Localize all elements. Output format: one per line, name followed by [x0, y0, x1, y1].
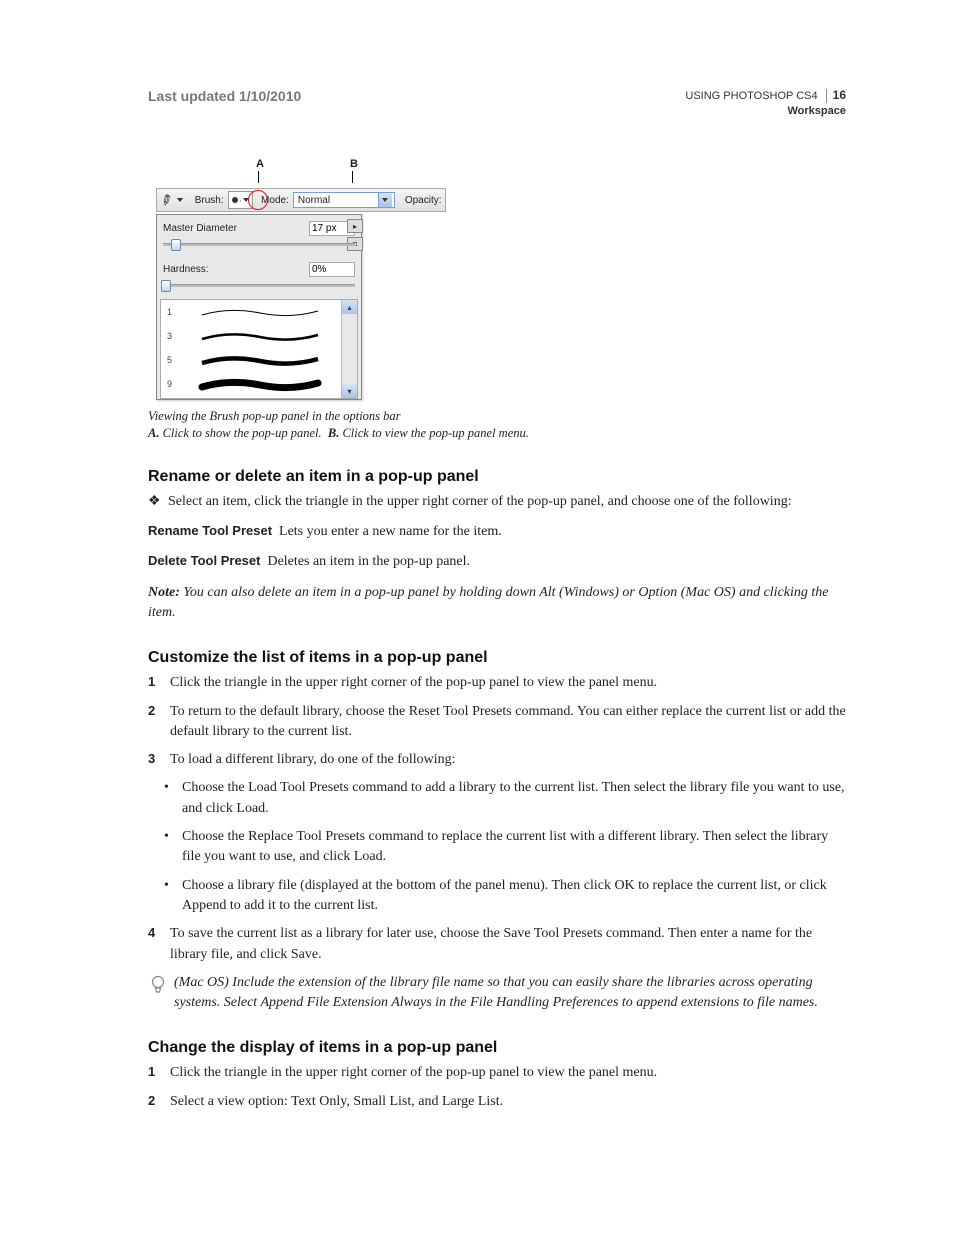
display-step-1-text: Click the triangle in the upper right co…	[170, 1063, 846, 1083]
term-delete-desc: Deletes an item in the pop-up panel.	[267, 554, 470, 569]
step-1-text: Click the triangle in the upper right co…	[170, 673, 846, 693]
sub-item: •Choose the Replace Tool Presets command…	[164, 827, 846, 868]
brush-list-item: 1	[161, 300, 357, 324]
diameter-slider	[163, 240, 355, 248]
step-item: 3To load a different library, do one of …	[148, 750, 846, 770]
note-text: You can also delete an item in a pop-up …	[148, 585, 828, 620]
section-heading-rename-delete: Rename or delete an item in a pop-up pan…	[148, 468, 846, 486]
sub-2-text: Choose the Replace Tool Presets command …	[182, 827, 846, 868]
note-delete-shortcut: Note: You can also delete an item in a p…	[148, 583, 846, 624]
panel-menu-button: ▸	[347, 219, 363, 233]
mode-label: Mode:	[261, 195, 289, 206]
brush-preset-list: ▴ ▾ 1 3 5 9	[160, 299, 358, 399]
brush-popup-panel: ▸ ⌑ Master Diameter Hardness:	[156, 214, 362, 400]
rename-delete-instruction: Select an item, click the triangle in th…	[168, 492, 792, 512]
sub-3-text: Choose a library file (displayed at the …	[182, 876, 846, 917]
master-diameter-label: Master Diameter	[163, 223, 237, 234]
brush-stroke-icon	[183, 351, 337, 369]
figure-caption-main: Viewing the Brush pop-up panel in the op…	[148, 408, 846, 425]
step-3-text: To load a different library, do one of t…	[170, 750, 846, 770]
sub-item: •Choose a library file (displayed at the…	[164, 876, 846, 917]
brush-list-item: 3	[161, 324, 357, 348]
scroll-up-icon: ▴	[342, 300, 357, 314]
tip-text: (Mac OS) Include the extension of the li…	[174, 973, 846, 1014]
step-4-text: To save the current list as a library fo…	[170, 924, 846, 965]
figure-tick-a	[258, 171, 259, 183]
header-title: USING PHOTOSHOP CS4	[685, 89, 826, 103]
chevron-down-icon	[378, 193, 392, 207]
sub-item: •Choose the Load Tool Presets command to…	[164, 778, 846, 819]
mode-dropdown: Normal	[293, 192, 395, 208]
diamond-bullet-icon: ❖	[148, 492, 160, 512]
caption-text-b: Click to view the pop-up panel menu.	[342, 426, 528, 440]
figure-label-b: B	[350, 158, 358, 170]
page-number: 16	[827, 88, 846, 102]
step-item: 2Select a view option: Text Only, Small …	[148, 1092, 846, 1112]
options-bar: ✎ Brush: • Mode: Normal Opacity:	[156, 188, 446, 212]
note-label: Note:	[148, 585, 180, 600]
brush-stroke-icon	[183, 375, 337, 393]
step-item: 1Click the triangle in the upper right c…	[148, 1063, 846, 1083]
header-last-updated: Last updated 1/10/2010	[148, 88, 301, 104]
term-rename-desc: Lets you enter a new name for the item.	[279, 524, 502, 539]
brush-size-label: 3	[167, 331, 177, 341]
figure-brush-panel: A B ✎ Brush: • Mode: Normal	[156, 158, 846, 400]
chevron-down-icon	[243, 198, 249, 202]
hardness-slider	[163, 281, 355, 289]
brush-preset-picker: •	[228, 191, 253, 209]
tip-mac-extension: (Mac OS) Include the extension of the li…	[150, 973, 846, 1014]
caption-key-a: A.	[148, 426, 159, 440]
brush-stroke-icon	[183, 327, 337, 345]
caption-key-b: B.	[328, 426, 339, 440]
header-section: Workspace	[685, 104, 846, 118]
scrollbar: ▴ ▾	[341, 300, 357, 398]
display-step-2-text: Select a view option: Text Only, Small L…	[170, 1092, 846, 1112]
brush-label: Brush:	[195, 195, 224, 206]
term-delete-label: Delete Tool Preset	[148, 553, 260, 568]
caption-text-a: Click to show the pop-up panel.	[163, 426, 322, 440]
brush-size-label: 5	[167, 355, 177, 365]
lightbulb-icon	[150, 975, 166, 995]
hardness-label: Hardness:	[163, 264, 209, 275]
brush-stroke-icon	[183, 303, 337, 321]
brush-tool-icon: ✎	[158, 190, 177, 211]
section-heading-customize: Customize the list of items in a pop-up …	[148, 649, 846, 667]
figure-tick-b	[352, 171, 353, 183]
step-2-text: To return to the default library, choose…	[170, 702, 846, 743]
hardness-value	[309, 262, 355, 277]
brush-list-item: 5	[161, 348, 357, 372]
step-item: 4To save the current list as a library f…	[148, 924, 846, 965]
mode-value: Normal	[296, 195, 376, 206]
term-rename-label: Rename Tool Preset	[148, 523, 272, 538]
opacity-label: Opacity:	[405, 195, 442, 206]
scroll-down-icon: ▾	[342, 384, 357, 398]
step-item: 1Click the triangle in the upper right c…	[148, 673, 846, 693]
tool-preset-dropdown-icon	[177, 198, 183, 202]
brush-list-item: 9	[161, 372, 357, 396]
figure-label-a: A	[256, 158, 264, 170]
header-right: USING PHOTOSHOP CS416 Workspace	[685, 88, 846, 118]
step-item: 2To return to the default library, choos…	[148, 702, 846, 743]
brush-size-label: 1	[167, 307, 177, 317]
figure-caption: Viewing the Brush pop-up panel in the op…	[148, 408, 846, 442]
brush-size-label: 9	[167, 379, 177, 389]
term-delete: Delete Tool Preset Deletes an item in th…	[148, 552, 846, 572]
section-heading-change-display: Change the display of items in a pop-up …	[148, 1039, 846, 1057]
sub-1-text: Choose the Load Tool Presets command to …	[182, 778, 846, 819]
term-rename: Rename Tool Preset Lets you enter a new …	[148, 522, 846, 542]
